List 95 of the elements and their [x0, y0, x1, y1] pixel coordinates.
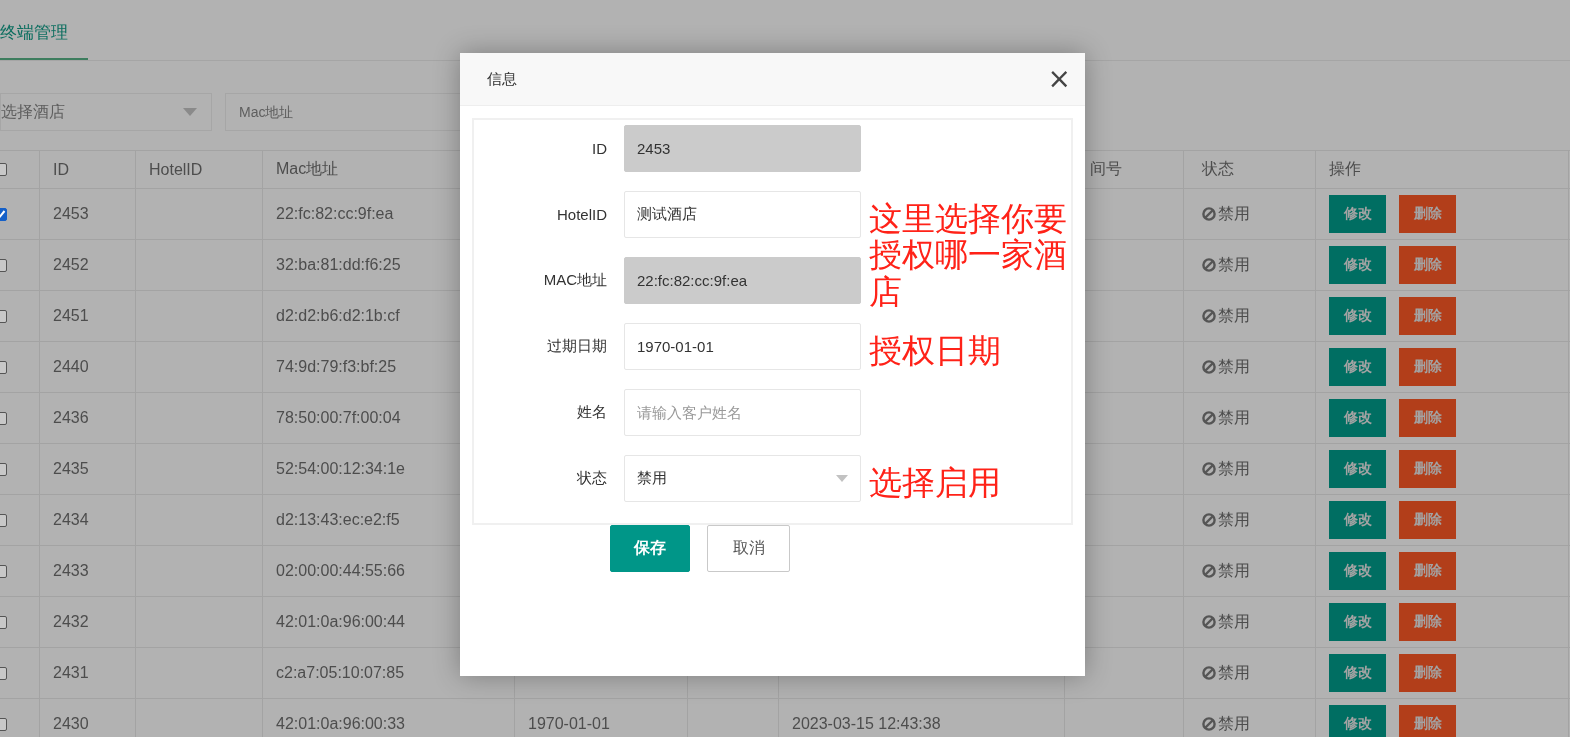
table-cell: 2023-03-15 12:43:38: [792, 715, 941, 733]
delete-button[interactable]: 删除: [1399, 246, 1456, 284]
status-text: 禁用: [1218, 254, 1250, 275]
table-cell: d2:d2:b6:d2:1b:cf: [276, 307, 400, 325]
input-field[interactable]: 测试酒店: [624, 191, 861, 238]
input-field[interactable]: 请输入客户姓名: [624, 389, 861, 436]
delete-button[interactable]: 删除: [1399, 552, 1456, 590]
table-cell: 2433: [53, 562, 89, 580]
edit-button[interactable]: 修改: [1329, 654, 1386, 692]
annotation-text: 选择启用: [869, 465, 1001, 502]
delete-button[interactable]: 删除: [1399, 348, 1456, 386]
status-select[interactable]: 禁用: [624, 455, 861, 502]
table-cell: d2:13:43:ec:e2:f5: [276, 511, 400, 529]
delete-button[interactable]: 删除: [1399, 705, 1456, 737]
status-text: 禁用: [1218, 509, 1250, 530]
status-text: 禁用: [1218, 662, 1250, 683]
column-header: 间号: [1090, 159, 1122, 179]
table-cell: 2451: [53, 307, 89, 325]
field-label: 状态: [576, 469, 608, 488]
edit-button[interactable]: 修改: [1329, 450, 1386, 488]
prohibited-icon: [1202, 360, 1216, 374]
hotel-select[interactable]: 选择酒店: [0, 93, 212, 131]
caret-icon: [183, 108, 197, 116]
edit-button[interactable]: 修改: [1329, 195, 1386, 233]
status-text: 禁用: [1218, 203, 1250, 224]
edit-button[interactable]: 修改: [1329, 297, 1386, 335]
prohibited-icon: [1202, 666, 1216, 680]
table-cell: 2436: [53, 409, 89, 427]
field-label: 过期日期: [546, 337, 608, 356]
delete-button[interactable]: 删除: [1399, 654, 1456, 692]
edit-button[interactable]: 修改: [1329, 399, 1386, 437]
status-text: 禁用: [1218, 356, 1250, 377]
table-cell: 2434: [53, 511, 89, 529]
status-text: 禁用: [1218, 713, 1250, 734]
delete-button[interactable]: 删除: [1399, 399, 1456, 437]
column-header: Mac地址: [276, 159, 339, 179]
table-cell: 32:ba:81:dd:f6:25: [276, 256, 401, 274]
prohibited-icon: [1202, 462, 1216, 476]
prohibited-icon: [1202, 207, 1216, 221]
field-label: 姓名: [576, 403, 608, 422]
table-cell: 42:01:0a:96:00:44: [276, 613, 405, 631]
input-field[interactable]: 1970-01-01: [624, 323, 861, 370]
prohibited-icon: [1202, 717, 1216, 731]
annotation-text: 这里选择你要授权哪一家酒店: [869, 201, 1068, 310]
column-header: 状态: [1202, 159, 1234, 179]
delete-button[interactable]: 删除: [1399, 195, 1456, 233]
edit-button[interactable]: 修改: [1329, 705, 1386, 737]
cancel-button[interactable]: 取消: [707, 525, 790, 572]
page-tab[interactable]: 终端管理: [0, 21, 88, 60]
delete-button[interactable]: 删除: [1399, 450, 1456, 488]
table-cell: 2430: [53, 715, 89, 733]
prohibited-icon: [1202, 564, 1216, 578]
prohibited-icon: [1202, 309, 1216, 323]
prohibited-icon: [1202, 513, 1216, 527]
table-cell: 52:54:00:12:34:1e: [276, 460, 405, 478]
delete-button[interactable]: 删除: [1399, 501, 1456, 539]
column-header: HotelID: [149, 160, 203, 179]
annotation-text: 授权日期: [869, 333, 1001, 370]
table-cell: 78:50:00:7f:00:04: [276, 409, 401, 427]
field-label: ID: [591, 140, 608, 157]
field-label: HotelID: [555, 206, 608, 223]
prohibited-icon: [1202, 615, 1216, 629]
field-label: MAC地址: [542, 271, 608, 290]
edit-button[interactable]: 修改: [1329, 603, 1386, 641]
delete-button[interactable]: 删除: [1399, 297, 1456, 335]
prohibited-icon: [1202, 258, 1216, 272]
column-header: ID: [53, 160, 69, 179]
edit-button[interactable]: 修改: [1329, 348, 1386, 386]
table-cell: 74:9d:79:f3:bf:25: [276, 358, 397, 376]
close-button[interactable]: ×: [1047, 65, 1071, 93]
table-cell: 2432: [53, 613, 89, 631]
edit-button[interactable]: 修改: [1329, 552, 1386, 590]
save-button[interactable]: 保存: [610, 525, 690, 572]
delete-button[interactable]: 删除: [1399, 603, 1456, 641]
status-text: 禁用: [1218, 305, 1250, 326]
table-cell: 2452: [53, 256, 89, 274]
status-text: 禁用: [1218, 560, 1250, 581]
table-cell: 2440: [53, 358, 89, 376]
edit-button[interactable]: 修改: [1329, 246, 1386, 284]
table-cell: 2453: [53, 205, 89, 223]
status-text: 禁用: [1218, 458, 1250, 479]
status-text: 禁用: [1218, 611, 1250, 632]
caret-icon: [836, 475, 848, 482]
table-cell: 02:00:00:44:55:66: [276, 562, 405, 580]
table-cell: 2435: [53, 460, 89, 478]
status-text: 禁用: [1218, 407, 1250, 428]
table-cell: 1970-01-01: [528, 715, 610, 733]
table-cell: 2431: [53, 664, 89, 682]
dialog-title: 信息: [487, 69, 517, 89]
column-header: 操作: [1329, 159, 1361, 179]
edit-button[interactable]: 修改: [1329, 501, 1386, 539]
table-cell: 42:01:0a:96:00:33: [276, 715, 405, 733]
table-cell: c2:a7:05:10:07:85: [276, 664, 405, 682]
table-cell: 22:fc:82:cc:9f:ea: [276, 205, 394, 223]
prohibited-icon: [1202, 411, 1216, 425]
